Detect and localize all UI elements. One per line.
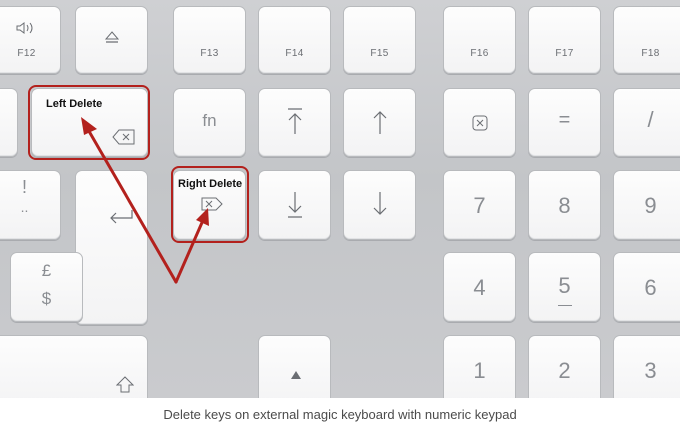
key-5: 5 (528, 252, 601, 322)
key-slash: / (613, 88, 680, 157)
key-2: 2 (528, 335, 601, 398)
key-exclaim: ! .. (0, 170, 61, 240)
key-f17-label: F17 (555, 48, 574, 59)
key-dots-label: .. (20, 199, 29, 215)
key-dollar-label: $ (41, 289, 52, 308)
key-f12: F12 (0, 6, 61, 74)
shift-icon (115, 376, 135, 398)
keyboard-photo: F12 F13 F14 F15 F16 F17 F18 fn = / ! .. … (0, 0, 680, 398)
key-f18-label: F18 (641, 48, 660, 59)
key-f13-label: F13 (200, 48, 219, 59)
arrow-down-icon (372, 191, 388, 222)
key-6-label: 6 (644, 275, 657, 300)
key-9-label: 9 (644, 193, 657, 218)
key-5-tactile-bump (558, 305, 572, 306)
key-exclaim-label: ! (21, 177, 27, 197)
return-icon (108, 209, 134, 230)
arrow-to-top-icon (287, 107, 303, 140)
key-3: 3 (613, 335, 680, 398)
key-clear (443, 88, 516, 157)
right-delete-callout-label: Right Delete (178, 178, 243, 190)
key-equals: = (528, 88, 601, 157)
key-equals-label: = (558, 109, 571, 131)
key-f13: F13 (173, 6, 246, 74)
key-home (258, 88, 331, 157)
key-f16: F16 (443, 6, 516, 74)
left-delete-callout (28, 85, 150, 160)
key-f12-label: F12 (17, 48, 36, 59)
image-caption: Delete keys on external magic keyboard w… (163, 407, 517, 422)
key-9: 9 (613, 170, 680, 240)
key-4-label: 4 (473, 275, 486, 300)
key-1-label: 1 (473, 358, 486, 383)
key-partial-left (0, 88, 18, 157)
key-7-label: 7 (473, 193, 486, 218)
key-f14-label: F14 (285, 48, 304, 59)
key-page-down (343, 170, 416, 240)
key-page-up (343, 88, 416, 157)
key-f15: F15 (343, 6, 416, 74)
key-8: 8 (528, 170, 601, 240)
key-5-label: 5 (558, 273, 571, 298)
key-f16-label: F16 (470, 48, 489, 59)
triangle-up-icon (291, 366, 301, 384)
key-f15-label: F15 (370, 48, 389, 59)
arrow-to-bottom-icon (287, 191, 303, 224)
key-fn: fn (173, 88, 246, 157)
key-7: 7 (443, 170, 516, 240)
key-eject (75, 6, 148, 74)
key-arrow-up (258, 335, 331, 398)
key-end (258, 170, 331, 240)
key-shift (0, 335, 148, 398)
key-f14: F14 (258, 6, 331, 74)
key-pound-label: £ (41, 261, 52, 280)
left-delete-callout-label: Left Delete (46, 98, 103, 110)
arrow-up-icon (372, 109, 388, 140)
clear-icon (472, 115, 488, 136)
key-f18: F18 (613, 6, 680, 74)
key-slash-label: / (647, 107, 654, 132)
key-return (75, 170, 148, 325)
key-1: 1 (443, 335, 516, 398)
key-2-label: 2 (558, 358, 571, 383)
key-4: 4 (443, 252, 516, 322)
volume-up-icon (15, 21, 37, 40)
eject-icon (104, 31, 120, 50)
key-fn-label: fn (202, 111, 217, 130)
key-6: 6 (613, 252, 680, 322)
key-pound-dollar: £ $ (10, 252, 83, 322)
key-8-label: 8 (558, 193, 571, 218)
key-3-label: 3 (644, 358, 657, 383)
key-f17: F17 (528, 6, 601, 74)
